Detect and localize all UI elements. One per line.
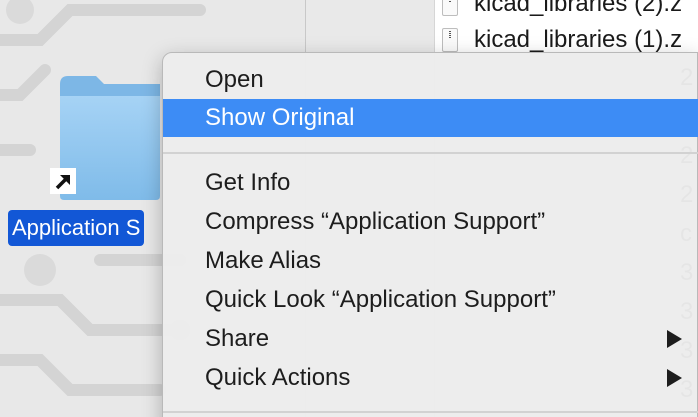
- desktop: kicad_libraries (2).z kicad_libraries (1…: [0, 0, 698, 417]
- menu-item-quick-look[interactable]: Quick Look “Application Support”: [163, 281, 698, 319]
- menu-item-label: Share: [205, 325, 270, 352]
- folder-label[interactable]: Application S: [8, 210, 145, 246]
- menu-item-compress[interactable]: Compress “Application Support”: [163, 203, 698, 241]
- menu-item-label: Quick Actions: [205, 364, 351, 391]
- menu-item-share[interactable]: Share: [163, 320, 698, 358]
- alias-arrow-icon: [50, 168, 76, 194]
- zip-file-icon: [442, 28, 458, 52]
- submenu-arrow-icon: [667, 369, 682, 387]
- submenu-arrow-icon: [667, 330, 682, 348]
- context-menu: Open Show Original Get Info Compress “Ap…: [162, 52, 698, 417]
- menu-item-make-alias[interactable]: Make Alias: [163, 242, 698, 280]
- menu-separator: [163, 152, 698, 154]
- file-name: kicad_libraries (1).z: [474, 26, 683, 53]
- menu-separator: [163, 411, 698, 413]
- menu-item-get-info[interactable]: Get Info: [163, 164, 698, 202]
- file-name: kicad_libraries (2).z: [474, 0, 683, 17]
- menu-item-open[interactable]: Open: [163, 61, 698, 99]
- menu-item-quick-actions[interactable]: Quick Actions: [163, 359, 698, 397]
- folder-alias-icon[interactable]: [50, 72, 164, 200]
- menu-item-show-original[interactable]: Show Original: [163, 99, 698, 137]
- file-row[interactable]: kicad_libraries (2).z: [442, 0, 682, 22]
- zip-file-icon: [442, 0, 458, 16]
